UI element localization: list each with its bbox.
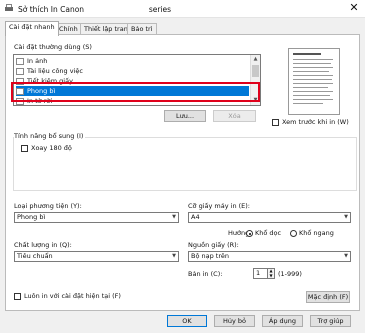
preview-line [293, 71, 329, 72]
preview-line [293, 83, 333, 84]
apply-button[interactable]: Áp dụng [262, 315, 303, 327]
paper-source-value: Bộ nạp trên [191, 252, 229, 260]
landscape-label: Khổ ngang [299, 229, 334, 237]
preview-line [293, 79, 332, 80]
redacted-model-name [86, 4, 147, 12]
media-type-value: Phong bì [17, 213, 46, 221]
page-size-value: A4 [191, 213, 200, 221]
media-type-label: Loại phương tiện (Y): [14, 202, 82, 210]
defaults-button[interactable]: Mặc định (F) [306, 291, 350, 303]
copies-range: (1-999) [278, 270, 302, 278]
chevron-down-icon: ▼ [172, 214, 176, 220]
page-size-label: Cỡ giấy máy in (E): [188, 202, 250, 210]
close-icon[interactable]: ✕ [347, 1, 361, 15]
preview-before-print-label: Xem trước khi in (W) [282, 118, 349, 126]
scroll-up-icon[interactable]: ▲ [251, 55, 260, 64]
copies-spinner[interactable]: ▲ ▼ [267, 268, 275, 279]
copies-label: Bản in (C): [188, 270, 223, 278]
preview-line [293, 87, 328, 88]
list-item-label: Tài liệu công việc [27, 67, 83, 75]
common-settings-label: Cài đặt thường dùng (S) [14, 43, 92, 51]
help-button[interactable]: Trợ giúp [310, 315, 351, 327]
printer-preferences-window: Sở thích In Canon series ✕ Cài đặt nhanh… [0, 0, 365, 333]
window-title-suffix: series [148, 5, 172, 14]
portrait-radio[interactable] [246, 230, 253, 237]
list-item[interactable]: In ảnh [16, 56, 47, 66]
tab-quick-setup[interactable]: Cài đặt nhanh [5, 21, 59, 36]
portrait-label: Khổ dọc [255, 229, 282, 237]
preview-line [293, 67, 333, 68]
preview-line [293, 75, 333, 76]
chevron-down-icon: ▼ [344, 214, 348, 220]
scroll-thumb[interactable] [252, 65, 259, 77]
print-quality-value: Tiêu chuẩn [17, 252, 53, 260]
chevron-down-icon: ▼ [172, 253, 176, 259]
landscape-radio[interactable] [290, 230, 297, 237]
highlight-box [11, 82, 260, 102]
list-item-label: In ảnh [27, 57, 48, 65]
chevron-down-icon: ▼ [344, 253, 348, 259]
copies-value: 1 [256, 269, 261, 277]
window-title-text: Sở thích In Canon [18, 5, 85, 14]
delete-button[interactable]: Xóa [213, 110, 256, 122]
preview-line [293, 103, 323, 104]
print-quality-select[interactable]: Tiêu chuẩn ▼ [14, 251, 179, 262]
print-quality-label: Chất lượng in (Q): [14, 241, 72, 249]
page-size-select[interactable]: A4 ▼ [188, 212, 351, 223]
preview-line [293, 59, 333, 60]
preview-line [293, 63, 331, 64]
preview-line [293, 99, 333, 100]
printer-app-icon [5, 4, 13, 11]
media-type-select[interactable]: Phong bì ▼ [14, 212, 179, 223]
rotate-180-checkbox[interactable] [21, 145, 28, 152]
cancel-button[interactable]: Hủy bỏ [214, 315, 255, 327]
window-title: Sở thích In Canon series [18, 4, 171, 14]
title-bar: Sở thích In Canon series ✕ [0, 0, 365, 18]
paper-source-label: Nguồn giấy (R): [188, 241, 239, 249]
always-print-checkbox[interactable] [14, 293, 21, 300]
paper-preview [288, 48, 340, 115]
list-item[interactable]: Tài liệu công việc [16, 66, 83, 76]
save-button[interactable]: Lưu... [164, 110, 206, 122]
preview-line [293, 91, 333, 92]
ok-button[interactable]: OK [167, 315, 207, 327]
paper-source-select[interactable]: Bộ nạp trên ▼ [188, 251, 351, 262]
document-icon [16, 67, 24, 75]
preview-line [293, 95, 330, 96]
photo-icon [16, 57, 24, 65]
preview-before-print-checkbox[interactable] [272, 119, 279, 126]
preview-header-line [293, 53, 321, 55]
additional-features-label: Tính năng bổ sung (I) [14, 132, 86, 140]
copies-input[interactable]: 1 [253, 268, 268, 279]
always-print-label: Luôn in với cài đặt hiện tại (F) [24, 292, 121, 300]
spin-down-icon[interactable]: ▼ [268, 274, 274, 278]
rotate-180-label: Xoay 180 độ [31, 144, 72, 152]
